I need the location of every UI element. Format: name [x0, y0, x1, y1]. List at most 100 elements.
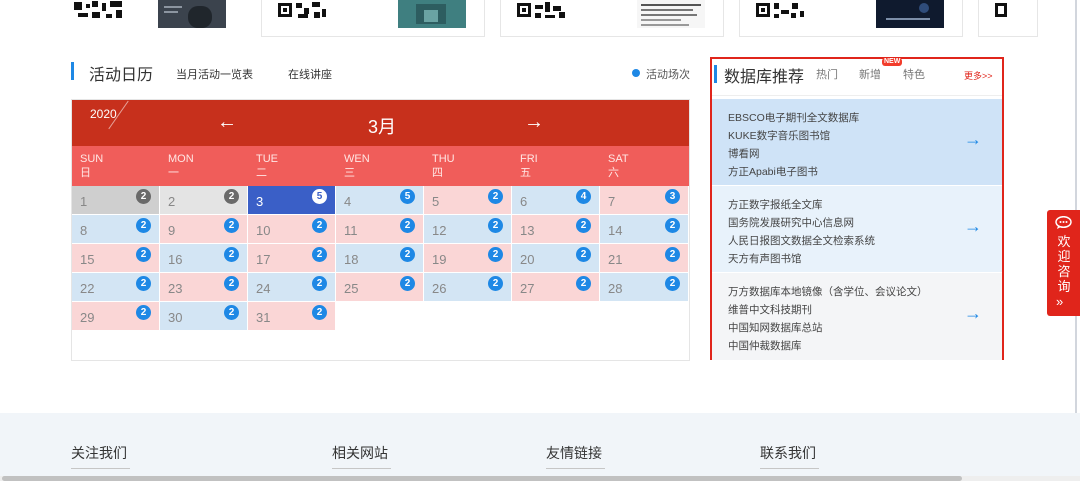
- tab-online-lectures[interactable]: 在线讲座: [288, 66, 332, 82]
- top-card: [739, 0, 963, 37]
- day-number: 5: [432, 194, 440, 209]
- calendar-day-cell[interactable]: 13 2: [512, 215, 600, 244]
- legend-dot-icon: [632, 69, 640, 77]
- tab-featured[interactable]: 特色: [903, 66, 925, 82]
- weekday-en: TUE: [256, 153, 278, 165]
- event-count-badge: 2: [576, 218, 591, 233]
- database-link[interactable]: 维普中文科技期刊: [728, 302, 812, 317]
- more-link[interactable]: 更多>>: [964, 69, 993, 82]
- calendar-day-cell[interactable]: 19 2: [424, 244, 512, 273]
- arrow-right-icon[interactable]: →: [964, 129, 982, 150]
- calendar-day-cell[interactable]: 12: [72, 186, 160, 215]
- calendar-day-cell[interactable]: 21 2: [600, 244, 689, 273]
- event-count-badge: 2: [665, 276, 680, 291]
- calendar-day-cell[interactable]: 35: [248, 186, 336, 215]
- calendar-day-cell[interactable]: 14 2: [600, 215, 689, 244]
- calendar-day-cell[interactable]: 30 2: [160, 302, 248, 331]
- tab-monthly-overview[interactable]: 当月活动一览表: [176, 66, 253, 82]
- next-month-arrow-icon[interactable]: →: [524, 111, 544, 134]
- footer-heading-contact[interactable]: 联系我们: [760, 443, 816, 463]
- database-link[interactable]: 中国仲裁数据库: [728, 338, 802, 353]
- database-link[interactable]: 博看网: [728, 146, 760, 161]
- event-count-badge: 5: [312, 189, 327, 204]
- database-link[interactable]: 国务院发展研究中心信息网: [728, 215, 854, 230]
- consult-char: 咨: [1057, 264, 1071, 279]
- day-number: 28: [608, 281, 623, 296]
- database-link[interactable]: KUKE数字音乐图书馆: [728, 128, 830, 143]
- database-group[interactable]: EBSCO电子期刊全文数据库 KUKE数字音乐图书馆 博看网方正Apabi电子图书 →: [712, 99, 1002, 185]
- day-number: 27: [520, 281, 535, 296]
- calendar-day-cell[interactable]: 18 2: [336, 244, 424, 273]
- qr-code-image: [72, 0, 122, 22]
- new-badge: NEW: [882, 58, 903, 66]
- calendar-day-cell[interactable]: 29 2: [72, 302, 160, 331]
- day-number: 21: [608, 252, 623, 267]
- horizontal-scrollbar-thumb[interactable]: [2, 476, 962, 481]
- calendar-day-cell[interactable]: 27 2: [512, 273, 600, 302]
- calendar-day-cell[interactable]: 73: [600, 186, 689, 215]
- footer-heading-follow[interactable]: 关注我们: [71, 443, 127, 463]
- day-number: 31: [256, 310, 271, 325]
- day-number: 10: [256, 223, 271, 238]
- weekday-en: SUN: [80, 153, 104, 165]
- database-link[interactable]: 方正Apabi电子图书: [728, 164, 818, 179]
- database-link[interactable]: 万方数据库本地镜像（含学位、会议论文）: [728, 284, 928, 299]
- calendar-day-cell[interactable]: 26 2: [424, 273, 512, 302]
- calendar-day-cell[interactable]: 82: [72, 215, 160, 244]
- weekday-cn: 五: [520, 167, 531, 179]
- day-number: 23: [168, 281, 183, 296]
- event-count-badge: 2: [136, 247, 151, 262]
- weekday-cn: 二: [256, 167, 267, 179]
- qr-code-image: [515, 0, 565, 22]
- database-link[interactable]: EBSCO电子期刊全文数据库: [728, 110, 859, 125]
- weekday-label: WEN 三: [344, 152, 370, 180]
- consult-float-button[interactable]: 欢 迎 咨 询 »: [1047, 210, 1080, 316]
- calendar-day-cell[interactable]: 22 2: [72, 273, 160, 302]
- calendar-day-cell[interactable]: 12 2: [424, 215, 512, 244]
- consult-char: 询: [1057, 279, 1071, 294]
- footer-underline: [546, 468, 605, 469]
- event-count-badge: 2: [136, 218, 151, 233]
- database-link[interactable]: 方正数字报纸全文库: [728, 197, 823, 212]
- prev-month-arrow-icon[interactable]: ←: [217, 111, 237, 134]
- calendar-header: 活动日历 当月活动一览表 在线讲座 活动场次: [71, 58, 691, 88]
- tab-new[interactable]: 新增: [859, 66, 881, 82]
- calendar-day-cell[interactable]: 24 2: [248, 273, 336, 302]
- day-number: 2: [168, 194, 176, 209]
- calendar-day-cell[interactable]: 15 2: [72, 244, 160, 273]
- database-link[interactable]: 人民日报图文数据全文检索系统: [728, 233, 875, 248]
- top-card: [500, 0, 724, 37]
- footer-heading-friend-links[interactable]: 友情链接: [546, 443, 602, 463]
- day-number: 24: [256, 281, 271, 296]
- weekday-cn: 三: [344, 167, 355, 179]
- database-link[interactable]: 天方有声图书馆: [728, 251, 802, 266]
- calendar-day-cell[interactable]: 23 2: [160, 273, 248, 302]
- day-number: 14: [608, 223, 623, 238]
- calendar-day-cell[interactable]: 20 2: [512, 244, 600, 273]
- calendar-day-cell[interactable]: 16 2: [160, 244, 248, 273]
- calendar-day-cell[interactable]: 92: [160, 215, 248, 244]
- database-group[interactable]: 方正数字报纸全文库国务院发展研究中心信息网人民日报图文数据全文检索系统 天方有声图…: [712, 186, 1002, 272]
- calendar-day-cell[interactable]: 22: [160, 186, 248, 215]
- calendar-day-cell[interactable]: 11 2: [336, 215, 424, 244]
- tab-hot[interactable]: 热门: [816, 66, 838, 82]
- database-link[interactable]: 中国知网数据库总站: [728, 320, 823, 335]
- calendar-day-cell[interactable]: 52: [424, 186, 512, 215]
- day-number: 12: [432, 223, 447, 238]
- day-number: 20: [520, 252, 535, 267]
- calendar-day-cell[interactable]: 28 2: [600, 273, 689, 302]
- arrow-right-icon[interactable]: →: [964, 216, 982, 237]
- weekday-header-row: SUN 日 MON 一 TUE 二 WEN 三 THU 四 FRI 五 SAT 六: [72, 146, 689, 186]
- calendar-day-cell[interactable]: 25 2: [336, 273, 424, 302]
- event-count-badge: 5: [400, 189, 415, 204]
- database-group[interactable]: 万方数据库本地镜像（含学位、会议论文） 维普中文科技期刊 中国知网数据库总站 中国仲裁…: [712, 273, 1002, 360]
- calendar-day-cell[interactable]: 64: [512, 186, 600, 215]
- arrow-right-icon[interactable]: →: [964, 303, 982, 324]
- footer-heading-related-sites[interactable]: 相关网站: [332, 443, 388, 463]
- calendar-day-cell[interactable]: 45: [336, 186, 424, 215]
- calendar-day-cell[interactable]: 17 2: [248, 244, 336, 273]
- calendar-day-cell[interactable]: 10 2: [248, 215, 336, 244]
- calendar-day-cell[interactable]: 31 2: [248, 302, 336, 331]
- day-number: 22: [80, 281, 95, 296]
- book-cover-image: [398, 0, 466, 28]
